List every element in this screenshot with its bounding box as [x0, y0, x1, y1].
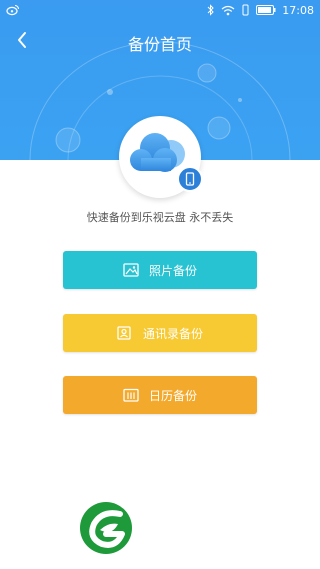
calendar-icon: [123, 388, 139, 402]
page-title: 备份首页: [127, 35, 192, 54]
photo-backup-label: 照片备份: [148, 263, 197, 278]
calendar-backup-label: 日历备份: [148, 388, 197, 403]
battery-icon: [256, 5, 276, 15]
status-icons: 17:08: [207, 3, 314, 17]
leaf-logo-icon: [78, 500, 134, 556]
calendar-backup-button[interactable]: 日历备份: [63, 376, 257, 414]
slogan-text: 快速备份到乐视云盘 永不丢失: [86, 211, 234, 224]
hero-illustration: [119, 116, 203, 198]
contact-card-icon: [117, 326, 133, 340]
status-bar: 17:08: [0, 0, 320, 20]
bluetooth-icon: [207, 4, 215, 16]
photo-backup-button[interactable]: 照片备份: [63, 251, 257, 289]
wifi-icon: [221, 5, 235, 16]
contacts-backup-button[interactable]: 通讯录备份: [63, 314, 257, 352]
phone-vibrate-icon: [241, 4, 250, 16]
image-icon: [123, 263, 139, 277]
status-time: 17:08: [282, 3, 314, 17]
weibo-icon: [6, 3, 20, 17]
contacts-backup-label: 通讯录备份: [142, 326, 203, 341]
title-bar: 备份首页: [0, 28, 320, 56]
phone-icon: [177, 166, 203, 192]
